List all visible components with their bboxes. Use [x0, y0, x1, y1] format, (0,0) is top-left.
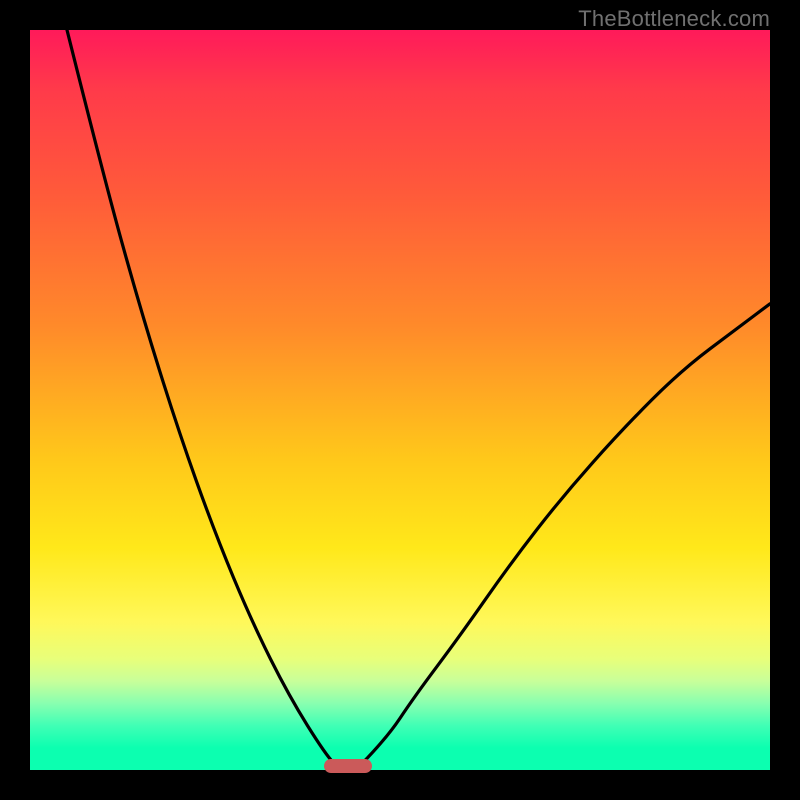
curve-layer: [30, 30, 770, 770]
chart-frame: TheBottleneck.com: [0, 0, 800, 800]
curve-right-branch: [356, 304, 770, 770]
minimum-marker: [324, 759, 372, 773]
watermark-label: TheBottleneck.com: [578, 6, 770, 32]
curve-left-branch: [67, 30, 341, 770]
